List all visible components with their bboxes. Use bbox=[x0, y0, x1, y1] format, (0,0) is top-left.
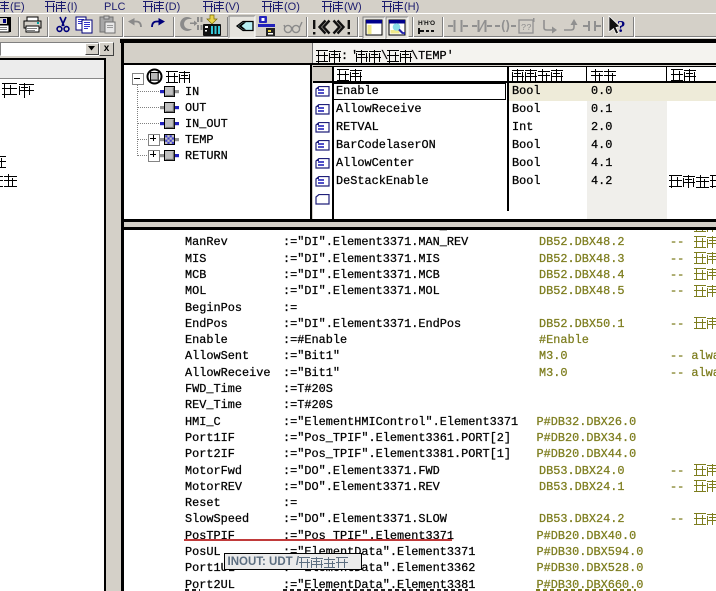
svg-text:H: H bbox=[424, 20, 429, 27]
svg-text:?: ? bbox=[617, 17, 626, 36]
svg-text:O: O bbox=[430, 20, 435, 27]
svg-text:??: ?? bbox=[521, 23, 532, 33]
svg-text:H: H bbox=[418, 20, 423, 27]
